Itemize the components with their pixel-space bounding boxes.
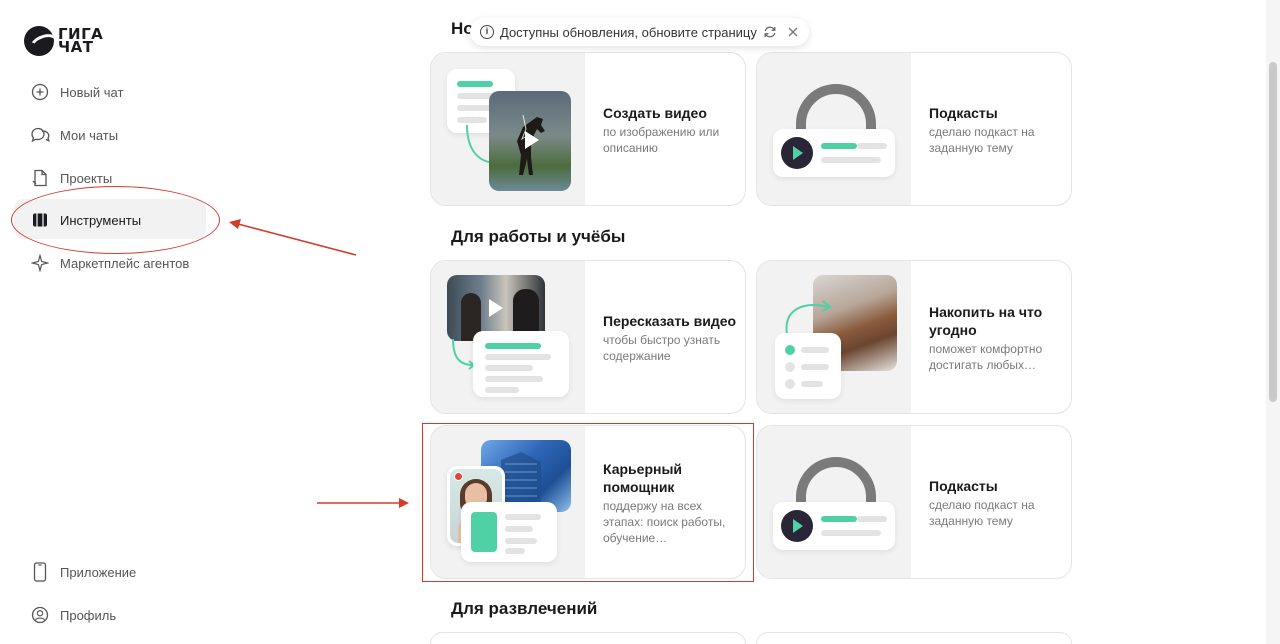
scrollbar-thumb[interactable] bbox=[1269, 62, 1277, 402]
scrollbar-track[interactable] bbox=[1266, 0, 1280, 644]
main-content: Но Создать видео по изображению или опис… bbox=[0, 0, 1280, 644]
annotation-arrows bbox=[229, 219, 409, 508]
